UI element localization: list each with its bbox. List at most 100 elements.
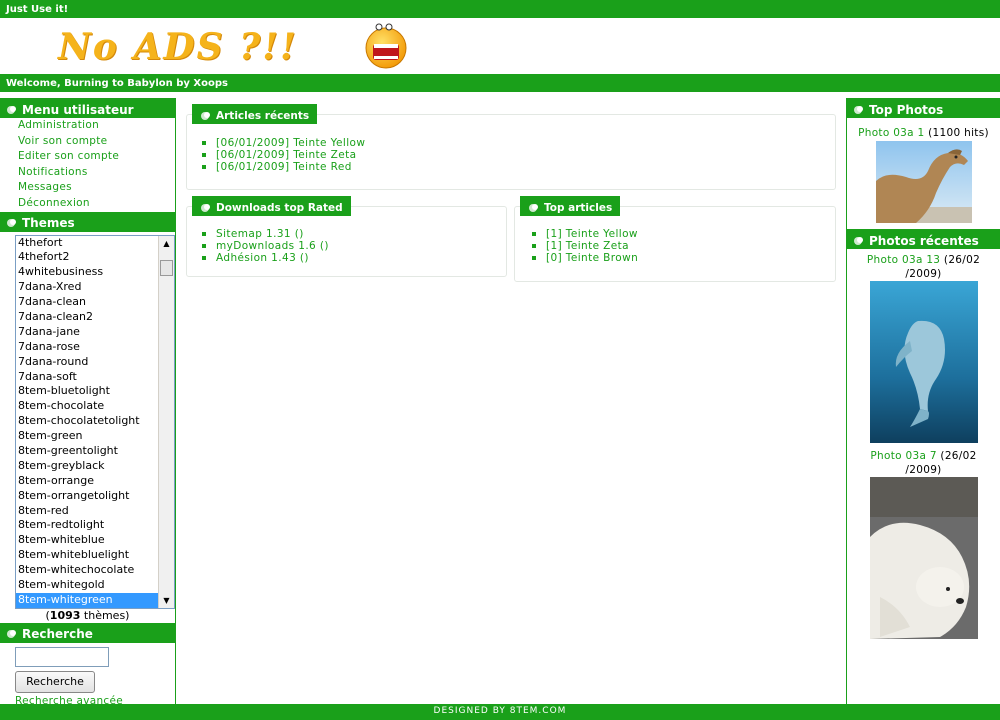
theme-option[interactable]: 7dana-round <box>16 355 174 370</box>
bullet-icon <box>529 204 538 212</box>
user-menu-title: Menu utilisateur <box>22 102 134 117</box>
top-articles-list: [1] Teinte Yellow [1] Teinte Zeta [0] Te… <box>532 228 638 264</box>
themes-scrollbar[interactable]: ▲ ▼ <box>158 235 174 608</box>
shocked-face-icon <box>365 23 407 69</box>
polar-bear-photo-icon[interactable] <box>869 477 978 639</box>
top-photos-title: Top Photos <box>869 102 944 117</box>
theme-option[interactable]: 7dana-clean <box>16 295 174 310</box>
search-title: Recherche <box>22 627 93 642</box>
main-content: Articles récents [06/01/2009] Teinte Yel… <box>177 98 846 704</box>
camel-photo-icon[interactable] <box>875 141 972 223</box>
scroll-up-arrow-icon[interactable]: ▲ <box>159 236 174 251</box>
top-bar: Just Use it! <box>0 0 1000 18</box>
scroll-thumb[interactable] <box>160 259 173 276</box>
banner: No ADS ?!! <box>0 18 1000 74</box>
top-photos-header: Top Photos <box>847 98 1000 118</box>
menu-item-administration[interactable]: Administration <box>0 118 175 134</box>
list-item[interactable]: Adhésion 1.43 () <box>202 252 329 264</box>
list-item[interactable]: [1] Teinte Yellow <box>532 228 638 240</box>
footer: DESIGNED BY 8TEM.COM <box>0 704 1000 720</box>
menu-item-notifications[interactable]: Notifications <box>0 165 175 181</box>
welcome-text: Welcome, Burning to Babylon by Xoops <box>6 78 228 89</box>
theme-option[interactable]: 4thefort <box>16 236 174 251</box>
articles-recents-header: Articles récents <box>192 104 318 124</box>
theme-option[interactable]: 8tem-greentolight <box>16 444 174 459</box>
list-item[interactable]: [06/01/2009] Teinte Red <box>202 161 365 173</box>
right-column: Top Photos Photo 03a 1 (1100 hits) Photo… <box>846 98 1000 704</box>
themes-count: (1093 thèmes) <box>45 608 130 622</box>
user-menu-header: Menu utilisateur <box>0 98 175 118</box>
search-input[interactable] <box>15 646 109 667</box>
list-item[interactable]: [06/01/2009] Teinte Zeta <box>202 149 365 161</box>
downloads-list: Sitemap 1.31 () myDownloads 1.6 () Adhés… <box>202 228 329 264</box>
footer-text: DESIGNED BY 8TEM.COM <box>433 706 567 716</box>
welcome-bar: Welcome, Burning to Babylon by Xoops <box>0 74 1000 92</box>
photo-link[interactable]: Photo 03a 1 <box>858 127 924 139</box>
list-item[interactable]: [1] Teinte Zeta <box>532 240 638 252</box>
bullet-icon <box>854 105 863 114</box>
theme-option[interactable]: 8tem-redtolight <box>16 518 174 533</box>
top-articles-header: Top articles <box>520 196 621 216</box>
downloads-title: Downloads top Rated <box>216 202 343 214</box>
list-item[interactable]: Sitemap 1.31 () <box>202 228 329 240</box>
themes-options: 4thefort 4thefort2 4whitebusiness 7dana-… <box>16 236 174 608</box>
search-button[interactable]: Recherche <box>15 670 95 693</box>
photo-link[interactable]: Photo 03a 13 <box>867 254 940 266</box>
photos-recentes-title: Photos récentes <box>869 233 979 248</box>
theme-option[interactable]: 7dana-jane <box>16 325 174 340</box>
list-item[interactable]: [0] Teinte Brown <box>532 252 638 264</box>
bullet-icon <box>7 219 16 228</box>
photos-recentes-block: Photo 03a 13 (26/02/2009) Photo 03a 7 (2… <box>847 249 1000 639</box>
theme-option[interactable]: 8tem-whitechocolate <box>16 563 174 578</box>
bullet-icon <box>201 204 210 212</box>
search-header: Recherche <box>0 622 175 643</box>
theme-option[interactable]: 4whitebusiness <box>16 265 174 280</box>
theme-option[interactable]: 7dana-soft <box>16 370 174 385</box>
bullet-icon <box>201 112 210 120</box>
menu-item-voir-compte[interactable]: Voir son compte <box>0 134 175 150</box>
bullet-icon <box>7 105 16 114</box>
theme-option[interactable]: 8tem-greyblack <box>16 459 174 474</box>
articles-recents-list: [06/01/2009] Teinte Yellow [06/01/2009] … <box>202 137 365 173</box>
themes-select[interactable]: 4thefort 4thefort2 4whitebusiness 7dana-… <box>15 234 175 609</box>
banner-logo-text: No ADS ?!! <box>58 26 298 68</box>
left-column: Menu utilisateur Administration Voir son… <box>0 98 176 707</box>
themes-count-number: 1093 <box>49 608 81 622</box>
theme-option[interactable]: 8tem-whiteblue <box>16 533 174 548</box>
theme-option[interactable]: 7dana-Xred <box>16 280 174 295</box>
theme-option[interactable]: 8tem-green <box>16 429 174 444</box>
bullet-icon <box>7 630 16 639</box>
theme-option[interactable]: 8tem-whitebluelight <box>16 548 174 563</box>
theme-option[interactable]: 8tem-chocolate <box>16 399 174 414</box>
list-item[interactable]: myDownloads 1.6 () <box>202 240 329 252</box>
scroll-down-arrow-icon[interactable]: ▼ <box>159 593 174 608</box>
downloads-header: Downloads top Rated <box>192 196 351 216</box>
theme-option[interactable]: 7dana-rose <box>16 340 174 355</box>
theme-option[interactable]: 8tem-orrange <box>16 474 174 489</box>
user-menu: Administration Voir son compte Editer so… <box>0 118 175 212</box>
menu-item-deconnexion[interactable]: Déconnexion <box>0 196 175 212</box>
menu-item-editer-compte[interactable]: Editer son compte <box>0 149 175 165</box>
photo-caption: Photo 03a 13 (26/02/2009) <box>866 254 981 280</box>
list-item[interactable]: [06/01/2009] Teinte Yellow <box>202 137 365 149</box>
top-photos-block: Photo 03a 1 (1100 hits) <box>847 118 1000 223</box>
menu-item-messages[interactable]: Messages <box>0 180 175 196</box>
photo-caption: Photo 03a 1 (1100 hits) <box>858 127 989 139</box>
top-text: Just Use it! <box>6 4 69 15</box>
theme-option[interactable]: 4thefort2 <box>16 250 174 265</box>
photos-recentes-header: Photos récentes <box>847 229 1000 249</box>
themes-header: Themes <box>0 211 175 232</box>
photo-link[interactable]: Photo 03a 7 <box>870 450 936 462</box>
bullet-icon <box>854 236 863 245</box>
theme-option[interactable]: 8tem-red <box>16 504 174 519</box>
theme-option[interactable]: 8tem-chocolatetolight <box>16 414 174 429</box>
themes-title: Themes <box>22 216 75 231</box>
theme-option[interactable]: 7dana-clean2 <box>16 310 174 325</box>
theme-option[interactable]: 8tem-orrangetolight <box>16 489 174 504</box>
theme-option-selected[interactable]: 8tem-whitegreen <box>16 592 174 608</box>
articles-recents-title: Articles récents <box>216 110 310 122</box>
theme-option[interactable]: 8tem-bluetolight <box>16 384 174 399</box>
theme-option[interactable]: 8tem-whitegold <box>16 578 174 593</box>
top-articles-title: Top articles <box>544 202 613 214</box>
dolphin-photo-icon[interactable] <box>869 281 978 443</box>
